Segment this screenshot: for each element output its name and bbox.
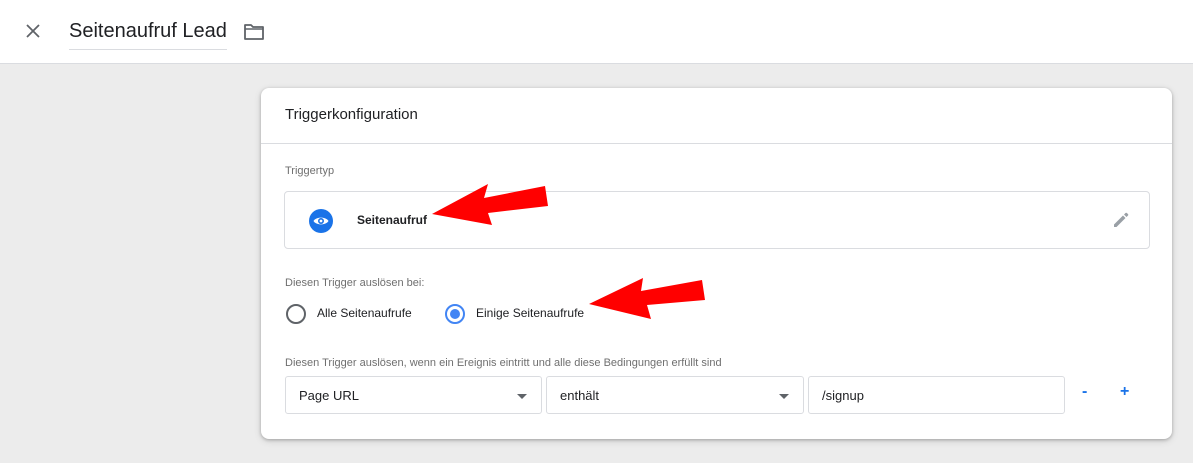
trigger-configuration-card: Triggerkonfiguration Triggertyp Seitenau… [261,88,1172,439]
card-title: Triggerkonfiguration [285,106,418,123]
tag-name-title[interactable]: Seitenaufruf Lead [69,20,227,50]
trigger-type-selector[interactable]: Seitenaufruf [284,191,1150,249]
condition-value-text: /signup [822,388,864,403]
pencil-icon[interactable] [1111,210,1131,235]
operator-select[interactable]: enthält [546,376,804,414]
condition-label: Diesen Trigger auslösen, wenn ein Ereign… [285,357,722,369]
condition-value-input[interactable]: /signup [808,376,1065,414]
fire-on-label: Diesen Trigger auslösen bei: [285,277,425,289]
card-header: Triggerkonfiguration [261,88,1172,144]
close-icon[interactable] [22,20,44,42]
remove-condition-button[interactable]: - [1082,383,1087,401]
radio-label: Alle Seitenaufrufe [317,306,412,320]
eye-icon [309,209,333,233]
folder-icon[interactable] [242,21,266,43]
add-condition-button[interactable]: + [1120,383,1129,401]
trigger-type-name: Seitenaufruf [357,213,428,227]
trigger-type-label: Triggertyp [285,165,335,177]
top-bar: Seitenaufruf Lead [0,0,1193,64]
variable-select-value: Page URL [299,388,359,403]
chevron-down-icon [779,394,789,399]
radio-button[interactable] [286,304,306,324]
radio-label: Einige Seitenaufrufe [476,306,585,320]
annotation-arrow [589,278,705,319]
annotation-arrow [432,184,548,225]
chevron-down-icon [517,394,527,399]
variable-select[interactable]: Page URL [285,376,542,414]
radio-button-checked[interactable] [445,304,465,324]
operator-select-value: enthält [560,388,600,403]
